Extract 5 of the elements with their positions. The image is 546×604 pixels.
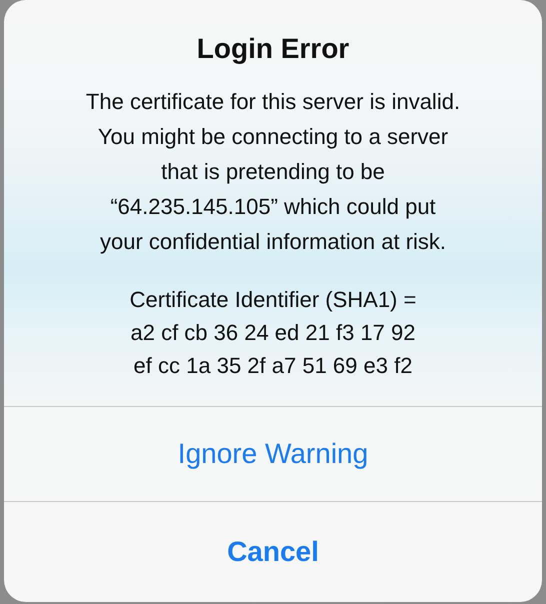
message-text: The certificate for this server is invalid. You might be connecting to a server that is pretending to be “64.235.145.105” which could put your confidential information at risk. <box>84 88 462 256</box>
action-button[interactable]: Ignore Warning <box>4 406 542 501</box>
certificate-text: Certificate Identifier (SHA1) = a2 cf cb 36 24 ed 21 f3 17 92 ef cc 1a 35 2f a7 51 69 e3 f2 <box>128 286 418 380</box>
dialog-title: Login Error <box>196 32 350 66</box>
cancel-button[interactable]: Cancel <box>4 501 542 602</box>
